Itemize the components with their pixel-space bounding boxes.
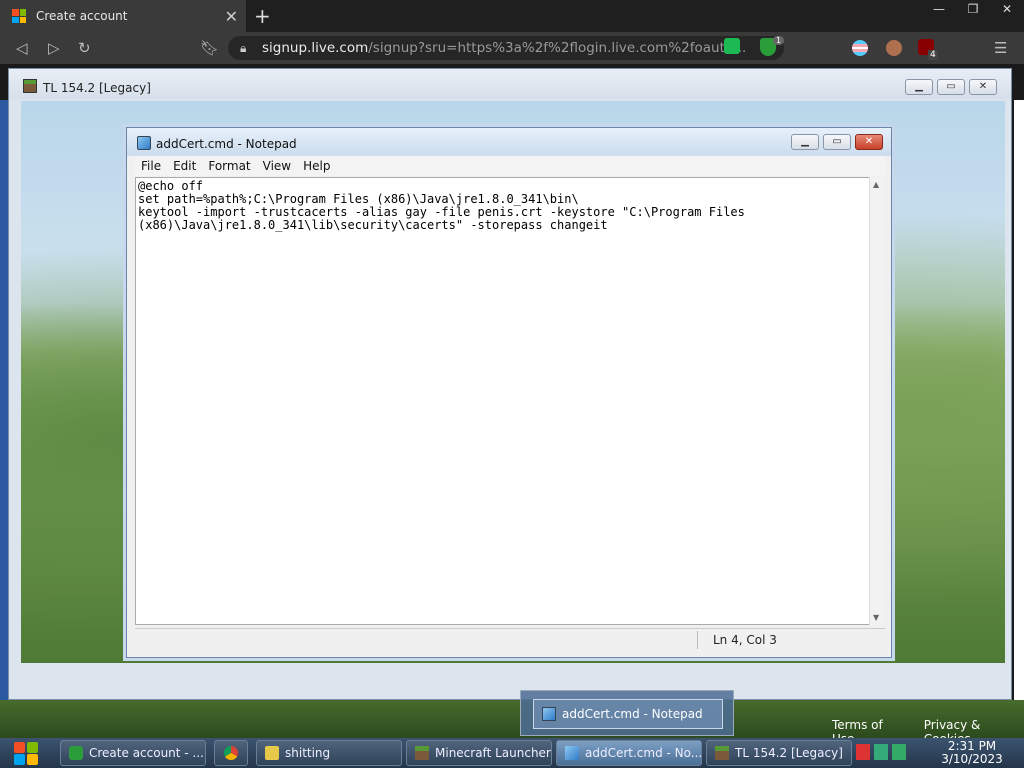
tl-window-controls: ▁ ▭ ✕ <box>905 79 997 95</box>
cursor-position: Ln 4, Col 3 <box>713 633 777 647</box>
taskbar: Create account - ... shitting Minecraft … <box>0 738 1024 768</box>
taskbar-label: Create account - ... <box>89 746 204 760</box>
ublock-badge: 4 <box>928 50 938 60</box>
restore-icon[interactable]: ❐ <box>956 0 990 20</box>
menu-view[interactable]: View <box>257 156 297 176</box>
microsoft-logo-icon <box>12 9 26 23</box>
taskbar-thumbnail-preview: addCert.cmd - Notepad <box>520 690 734 736</box>
vertical-scrollbar[interactable]: ▲ ▼ <box>869 177 883 625</box>
new-tab-icon[interactable]: + <box>254 4 271 28</box>
taskbar-label: shitting <box>285 746 331 760</box>
preview-item[interactable]: addCert.cmd - Notepad <box>533 699 723 729</box>
tl-titlebar[interactable]: TL 154.2 [Legacy] ▁ ▭ ✕ <box>9 69 1011 99</box>
reload-icon[interactable]: ↻ <box>78 39 91 57</box>
start-button[interactable] <box>6 739 46 767</box>
forward-icon[interactable]: ▷ <box>48 39 60 57</box>
browser-tab-strip: Create account ✕ + — ❐ ✕ <box>0 0 1024 32</box>
browser-window-controls: — ❐ ✕ <box>922 0 1024 20</box>
menu-icon[interactable]: ☰ <box>994 39 1007 57</box>
system-clock[interactable]: 2:31 PM 3/10/2023 <box>932 740 1012 766</box>
tl-minimize-button[interactable]: ▁ <box>905 79 933 95</box>
url-path: /signup?sru=https%3a%2f%2flogin.live.com… <box>368 40 747 56</box>
taskbar-label: Minecraft Launcher <box>435 746 551 760</box>
notepad-maximize-button[interactable]: ▭ <box>823 134 851 150</box>
address-bar[interactable]: signup.live.com/signup?sru=https%3a%2f%2… <box>228 36 784 60</box>
tl-maximize-button[interactable]: ▭ <box>937 79 965 95</box>
tl-window-title: TL 154.2 [Legacy] <box>43 81 151 95</box>
notepad-titlebar[interactable]: addCert.cmd - Notepad ▁ ▭ ✕ <box>127 128 891 156</box>
notepad-icon <box>565 746 579 760</box>
taskbar-label: addCert.cmd - No... <box>585 746 702 760</box>
status-separator <box>697 631 698 649</box>
avatar-icon[interactable] <box>886 40 902 56</box>
notepad-window-controls: ▁ ▭ ✕ <box>791 134 883 150</box>
notepad-minimize-button[interactable]: ▁ <box>791 134 819 150</box>
bookmark-icon[interactable]: 🔖︎ <box>200 39 219 57</box>
background-page-edge-right <box>1014 100 1024 700</box>
grass-block-icon <box>415 746 429 760</box>
close-tab-icon[interactable]: ✕ <box>225 7 238 26</box>
folder-icon <box>265 746 279 760</box>
preview-label: addCert.cmd - Notepad <box>562 707 703 721</box>
taskbar-item-chrome[interactable] <box>214 740 248 766</box>
taskbar-item-minecraft-launcher[interactable]: Minecraft Launcher <box>406 740 552 766</box>
menu-help[interactable]: Help <box>297 156 336 176</box>
grass-block-icon <box>23 79 37 93</box>
notepad-menubar: File Edit Format View Help <box>135 156 885 176</box>
browser-toolbar: ◁ ▷ ↻ 🔖︎ signup.live.com/signup?sru=http… <box>0 32 1024 64</box>
windows-logo-icon <box>14 742 25 753</box>
taskbar-item-browser[interactable]: Create account - ... <box>60 740 206 766</box>
lock-icon: 🔒︎ <box>240 41 247 55</box>
back-icon[interactable]: ◁ <box>16 39 28 57</box>
clock-date: 3/10/2023 <box>941 752 1003 766</box>
taskbar-label: TL 154.2 [Legacy] <box>735 746 843 760</box>
scroll-up-icon[interactable]: ▲ <box>873 180 879 189</box>
system-tray <box>856 744 906 760</box>
chrome-icon <box>224 746 238 760</box>
extension-badge: 1 <box>773 36 785 45</box>
close-icon[interactable]: ✕ <box>990 0 1024 20</box>
notepad-close-button[interactable]: ✕ <box>855 134 883 150</box>
menu-format[interactable]: Format <box>202 156 256 176</box>
notepad-window: addCert.cmd - Notepad ▁ ▭ ✕ File Edit Fo… <box>126 127 892 658</box>
notepad-status-bar: Ln 4, Col 3 <box>135 628 885 650</box>
extension-green-icon[interactable] <box>724 38 740 54</box>
notepad-icon <box>137 136 151 150</box>
minimize-icon[interactable]: — <box>922 0 956 20</box>
tab-create-account[interactable]: Create account ✕ <box>0 0 246 32</box>
background-page-edge <box>0 100 8 700</box>
notepad-icon <box>542 707 556 721</box>
taskbar-item-notepad[interactable]: addCert.cmd - No... <box>556 740 702 766</box>
taskbar-item-folder[interactable]: shitting <box>256 740 402 766</box>
tl-close-button[interactable]: ✕ <box>969 79 997 95</box>
taskbar-item-tl[interactable]: TL 154.2 [Legacy] <box>706 740 852 766</box>
volume-icon[interactable] <box>892 744 906 760</box>
url-host: signup.live.com <box>262 40 369 56</box>
menu-edit[interactable]: Edit <box>167 156 202 176</box>
network-icon[interactable] <box>874 744 888 760</box>
flag-icon[interactable] <box>856 744 870 760</box>
notepad-title: addCert.cmd - Notepad <box>156 137 297 151</box>
browser-icon <box>69 746 83 760</box>
scroll-down-icon[interactable]: ▼ <box>873 613 879 622</box>
grass-block-icon <box>715 746 729 760</box>
menu-file[interactable]: File <box>135 156 167 176</box>
profile-flag-icon[interactable] <box>852 40 868 56</box>
notepad-text-area[interactable]: @echo off set path=%path%;C:\Program Fil… <box>135 177 879 625</box>
tab-title: Create account <box>36 9 128 23</box>
